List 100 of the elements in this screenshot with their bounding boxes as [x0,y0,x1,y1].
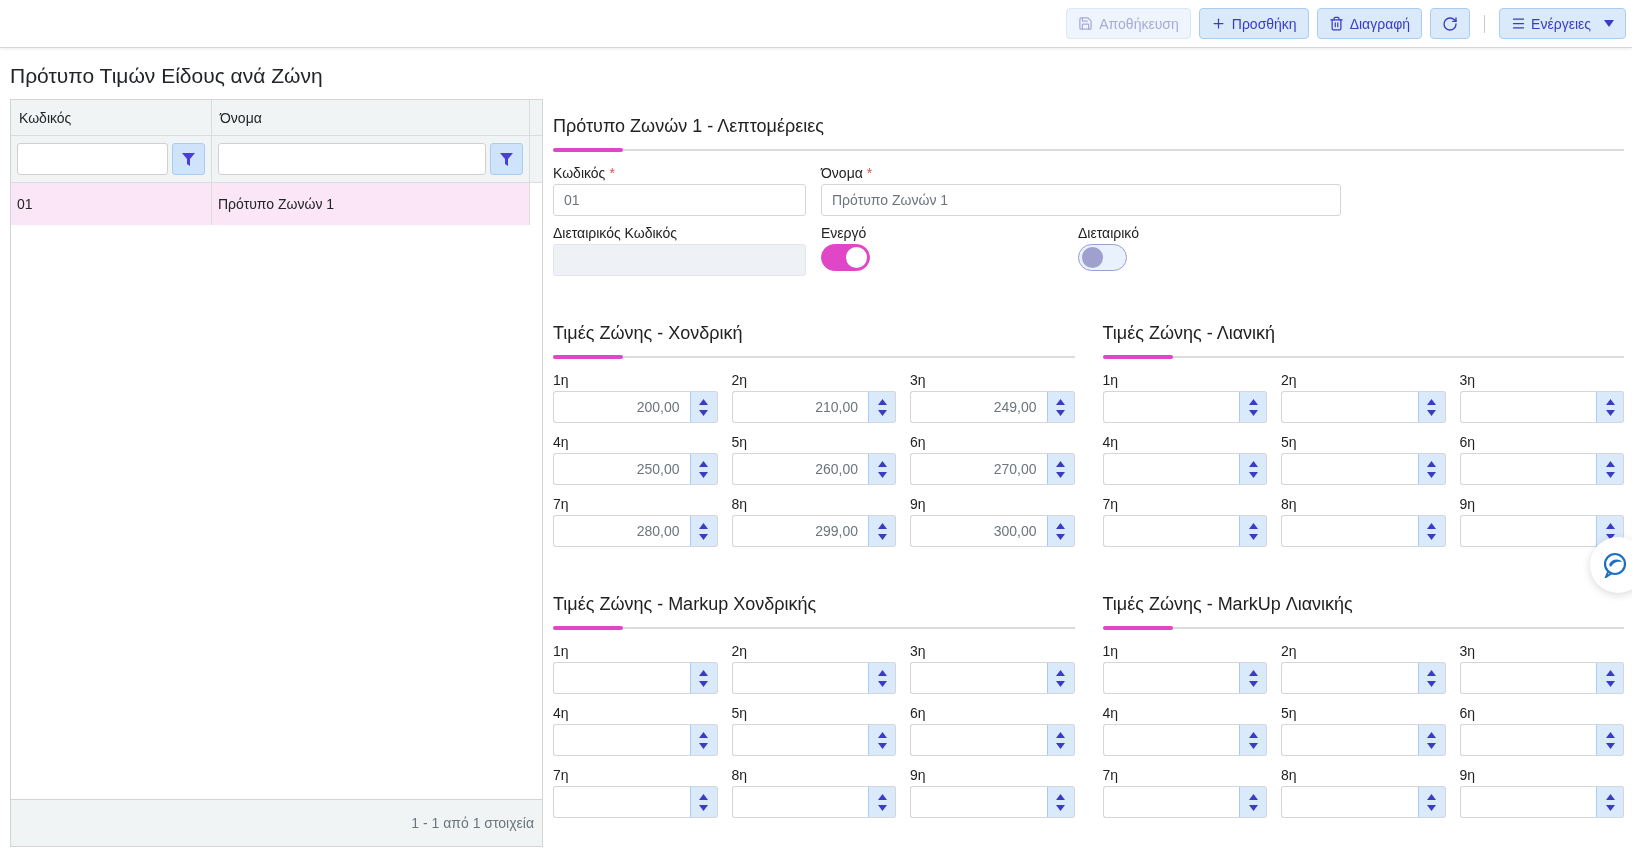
spin-button[interactable] [689,453,718,485]
number-field[interactable]: 260,00 [731,453,868,485]
number-field[interactable]: 250,00 [553,453,690,485]
number-field[interactable]: 280,00 [553,515,690,547]
pager-info: 1 - 1 από 1 στοιχεία [411,815,534,831]
spin-button[interactable] [1046,453,1075,485]
spin-button[interactable] [868,786,896,818]
number-field[interactable]: 270,00 [910,453,1047,485]
help-chat-button[interactable] [1590,537,1632,593]
number-field[interactable] [731,724,868,756]
spin-button[interactable] [868,662,896,694]
column-header[interactable]: Κωδικός [11,100,212,135]
number-field[interactable] [1102,515,1239,547]
spin-button[interactable] [689,786,718,818]
number-field[interactable] [1281,391,1418,423]
grid-row[interactable]: 01 Πρότυπο Ζωνών 1 [11,183,530,225]
number-field[interactable]: 300,00 [910,515,1047,547]
spin-button[interactable] [1046,391,1075,423]
spin-button[interactable] [689,391,718,423]
number-field[interactable]: 299,00 [731,515,868,547]
number-field[interactable] [1281,724,1418,756]
toggle-switch[interactable] [1078,244,1127,271]
spin-button[interactable] [1417,515,1446,547]
spin-button[interactable] [1046,786,1075,818]
text-field[interactable]: Πρότυπο Ζωνών 1 [821,184,1341,216]
section-title: Τιμές Ζώνης - Λιανική [1102,321,1276,345]
caret-down-icon [1248,742,1258,749]
spin-button[interactable] [1417,786,1446,818]
filter-button[interactable] [490,143,523,175]
number-field[interactable] [1281,662,1418,694]
spin-button[interactable] [689,515,718,547]
number-field[interactable] [731,786,868,818]
number-field[interactable] [1459,724,1596,756]
number-field[interactable] [1281,453,1418,485]
number-field[interactable] [910,724,1047,756]
number-field[interactable] [1102,786,1239,818]
number-field[interactable] [1102,662,1239,694]
section-title: Τιμές Ζώνης - Markup Χονδρικής [553,592,817,616]
spin-button[interactable] [1046,515,1075,547]
toggle-switch[interactable] [821,244,870,271]
number-field[interactable] [553,662,690,694]
number-field[interactable] [910,662,1047,694]
spin-button[interactable] [868,724,896,756]
spin-button[interactable] [1596,786,1624,818]
spin-button[interactable] [1417,391,1446,423]
caret-up-icon [877,669,887,676]
spin-button[interactable] [1417,662,1446,694]
spin-button[interactable] [1239,515,1267,547]
section-title: Τιμές Ζώνης - MarkUp Λιανικής [1102,592,1353,616]
refresh-button[interactable] [1430,8,1471,39]
spin-button[interactable] [868,453,896,485]
caret-up-icon [1056,460,1065,467]
spin-button[interactable] [1046,662,1075,694]
number-field[interactable] [1102,724,1239,756]
spin-button[interactable] [1046,724,1075,756]
number-field[interactable] [1459,662,1596,694]
spin-button[interactable] [1239,724,1267,756]
number-field[interactable]: 200,00 [553,391,690,423]
actions-menu-button[interactable]: Ενέργειες [1499,8,1626,39]
number-field[interactable] [1281,515,1418,547]
menu-icon [1511,16,1527,31]
spin-button[interactable] [1596,391,1624,423]
caret-down-icon [1248,471,1258,478]
delete-button[interactable]: Διαγραφή [1316,8,1423,39]
spin-button[interactable] [1596,724,1624,756]
add-button[interactable]: Προσθήκη [1198,8,1309,39]
spin-button[interactable] [1417,724,1446,756]
number-field[interactable] [553,724,690,756]
number-field[interactable]: 249,00 [910,391,1047,423]
number-field[interactable] [1459,515,1596,547]
text-field[interactable]: 01 [553,184,806,216]
number-field[interactable] [553,786,690,818]
number-field[interactable]: 210,00 [731,391,868,423]
number-field[interactable] [1459,391,1596,423]
filter-field[interactable] [17,143,168,175]
spin-button[interactable] [1417,453,1446,485]
filter-field[interactable] [218,143,486,175]
caret-down-icon [1056,680,1065,687]
column-header[interactable]: Όνομα [212,100,530,135]
spin-button[interactable] [868,391,896,423]
spin-button[interactable] [1596,662,1624,694]
number-field[interactable] [731,662,868,694]
spin-button[interactable] [1239,786,1267,818]
spin-button[interactable] [689,662,718,694]
number-field[interactable] [1281,786,1418,818]
spin-button[interactable] [1239,662,1267,694]
number-field[interactable] [910,786,1047,818]
number-field[interactable] [1102,391,1239,423]
spin-button[interactable] [689,724,718,756]
caret-up-icon [699,669,708,676]
spin-button[interactable] [1596,453,1624,485]
number-field[interactable] [1459,453,1596,485]
number-field[interactable] [1102,453,1239,485]
spin-button[interactable] [868,515,896,547]
spin-button[interactable] [1239,391,1267,423]
caret-down-icon [699,533,708,540]
number-field[interactable] [1459,786,1596,818]
caret-down-icon [1248,680,1258,687]
spin-button[interactable] [1239,453,1267,485]
filter-button[interactable] [172,143,205,175]
